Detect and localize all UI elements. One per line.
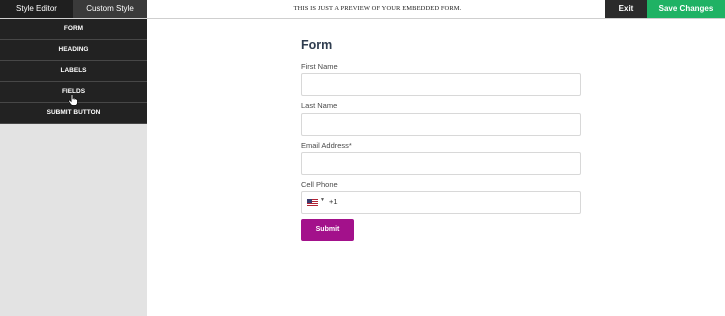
first-name-label: First Name	[301, 62, 338, 71]
save-changes-button[interactable]: Save Changes	[647, 0, 725, 18]
us-flag-icon[interactable]	[307, 199, 318, 206]
dial-code: +1	[329, 197, 338, 206]
exit-button[interactable]: Exit	[605, 0, 647, 18]
email-address-label: Email Address*	[301, 141, 352, 150]
tab-style-editor[interactable]: Style Editor	[0, 0, 73, 18]
sidebar-item-form[interactable]: FORM	[0, 19, 147, 40]
sidebar-item-labels[interactable]: LABELS	[0, 61, 147, 82]
last-name-input[interactable]	[301, 113, 581, 136]
style-menu: FORM HEADING LABELS FIELDS SUBMIT BUTTON	[0, 19, 147, 124]
first-name-input[interactable]	[301, 73, 581, 96]
form-title: Form	[301, 38, 333, 52]
top-bar: Style Editor Custom Style THIS IS JUST A…	[0, 0, 725, 19]
submit-button[interactable]: Submit	[301, 219, 354, 241]
tab-custom-style[interactable]: Custom Style	[73, 0, 147, 18]
sidebar: FORM HEADING LABELS FIELDS SUBMIT BUTTON	[0, 19, 147, 316]
chevron-down-icon[interactable]: ▼	[320, 197, 325, 203]
sidebar-item-submit-button[interactable]: SUBMIT BUTTON	[0, 103, 147, 124]
preview-notice: THIS IS JUST A PREVIEW OF YOUR EMBEDDED …	[293, 5, 462, 12]
last-name-label: Last Name	[301, 101, 338, 110]
hand-cursor-icon	[68, 94, 78, 106]
email-address-input[interactable]	[301, 152, 581, 175]
sidebar-item-heading[interactable]: HEADING	[0, 40, 147, 61]
cell-phone-input[interactable]: ▼ +1	[301, 191, 581, 214]
cell-phone-label: Cell Phone	[301, 180, 338, 189]
